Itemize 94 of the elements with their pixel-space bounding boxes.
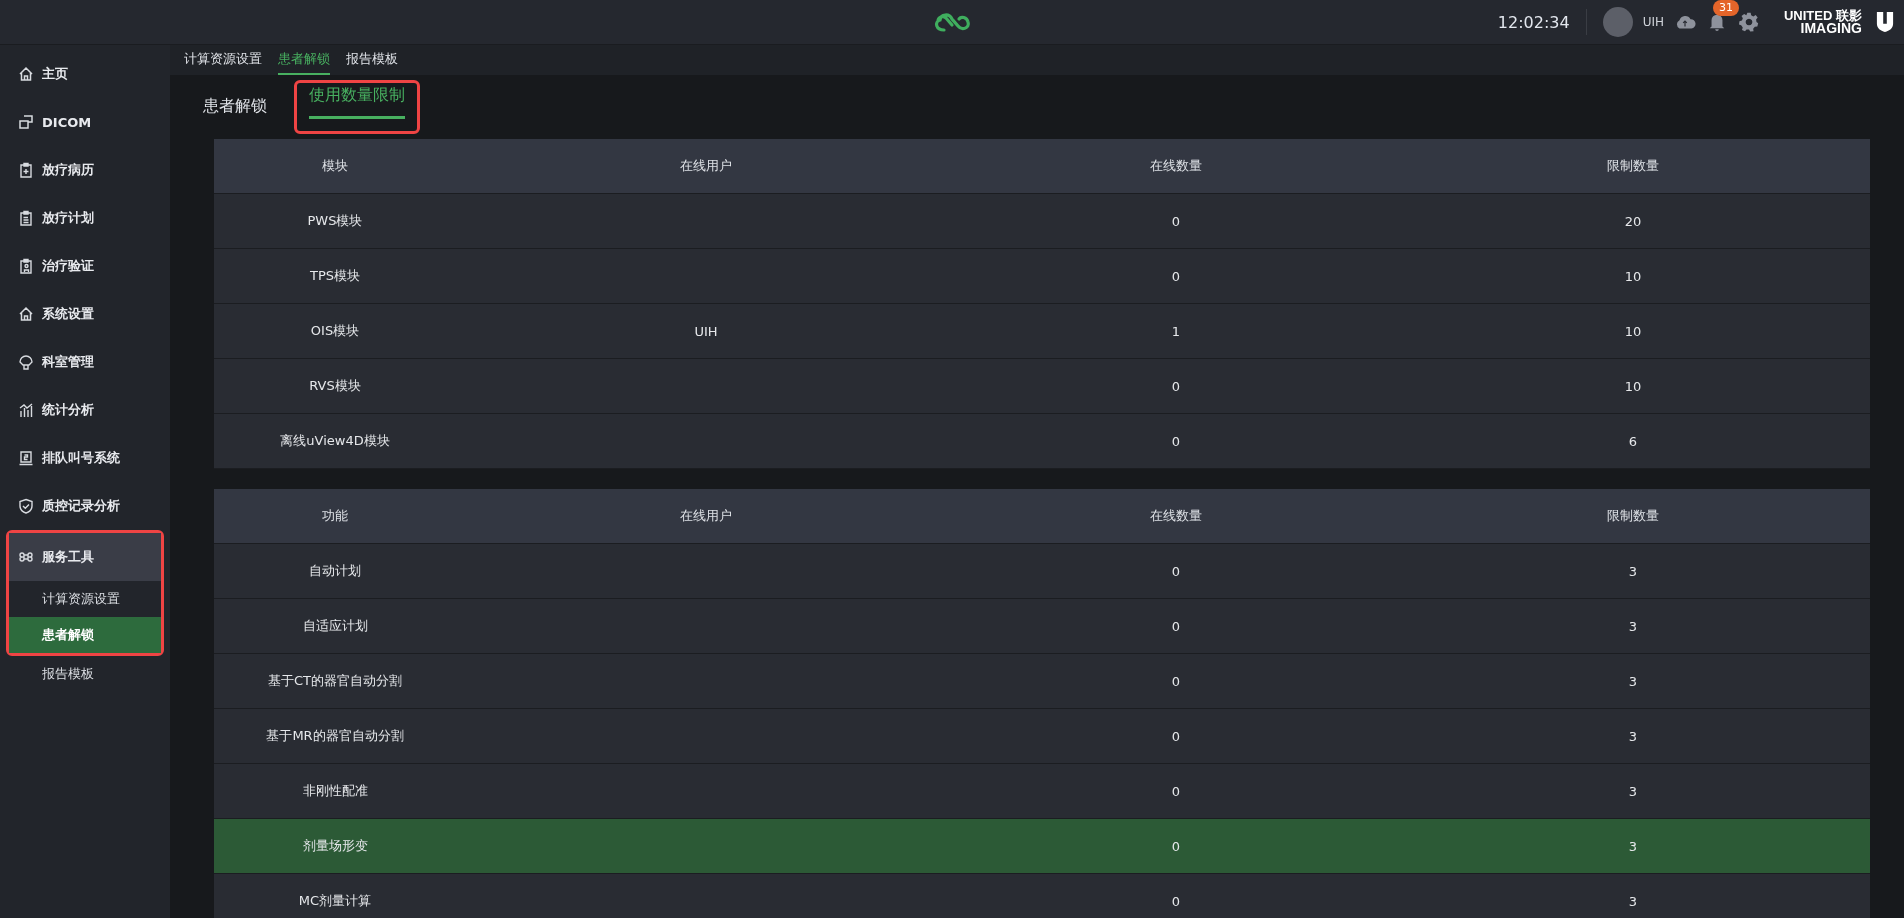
table-row[interactable]: 剂量场形变 0 3 — [214, 819, 1870, 874]
table-cell: 剂量场形变 — [302, 837, 368, 855]
tab[interactable]: 报告模板 — [346, 45, 398, 75]
table-cell: 自动计划 — [309, 562, 361, 580]
table-cell: 0 — [1171, 268, 1181, 284]
home-icon — [18, 66, 34, 82]
table-row[interactable]: MC剂量计算 0 3 — [214, 874, 1870, 918]
settings-icon[interactable] — [1738, 12, 1760, 32]
table-cell: 6 — [1628, 433, 1638, 449]
table-cell: 3 — [1628, 673, 1638, 689]
table-cell: 基于CT的器官自动分割 — [268, 672, 402, 690]
brand-name: UNITED — [1784, 8, 1833, 23]
column-header: 在线用户 — [679, 157, 733, 175]
bar-chart-icon — [18, 402, 34, 418]
table-row[interactable]: TPS模块 0 10 — [214, 249, 1870, 304]
column-header: 模块 — [321, 157, 349, 175]
brand-name-cn: 联影 — [1836, 8, 1862, 23]
table-row[interactable]: 自动计划 0 3 — [214, 544, 1870, 599]
table-cell: 非刚性配准 — [302, 782, 368, 800]
table-cell: 0 — [1171, 728, 1181, 744]
table-cell: 0 — [1171, 838, 1181, 854]
table-cell: 10 — [1624, 378, 1642, 394]
tab[interactable]: 计算资源设置 — [184, 45, 262, 75]
column-header: 在线数量 — [1149, 157, 1203, 175]
nav-item[interactable]: 治疗验证 — [0, 242, 170, 290]
table-cell: UIH — [694, 323, 718, 339]
table-cell: 3 — [1628, 783, 1638, 799]
column-header: 功能 — [321, 507, 349, 525]
table-cell: 3 — [1628, 563, 1638, 579]
table-cell: 0 — [1171, 893, 1181, 909]
clipboard-icon — [18, 210, 34, 226]
nav-item[interactable]: 科室管理 — [0, 338, 170, 386]
table-cell: 10 — [1624, 268, 1642, 284]
table-cell: 自适应计划 — [302, 617, 368, 635]
table-cell: RVS模块 — [309, 377, 361, 395]
table-cell: 3 — [1628, 893, 1638, 909]
nav-item[interactable]: 主页 — [0, 50, 170, 98]
column-header: 限制数量 — [1606, 157, 1660, 175]
table-row[interactable]: 基于CT的器官自动分割 0 3 — [214, 654, 1870, 709]
table-cell: 0 — [1171, 433, 1181, 449]
table-row[interactable]: PWS模块 0 20 — [214, 194, 1870, 249]
tab[interactable]: 患者解锁 — [278, 45, 330, 75]
nav-subitem[interactable]: 计算资源设置 — [9, 581, 161, 617]
nav-item[interactable]: 放疗病历 — [0, 146, 170, 194]
clipboard-plus-icon — [18, 162, 34, 178]
table-row[interactable]: 自适应计划 0 3 — [214, 599, 1870, 654]
table-cell: 基于MR的器官自动分割 — [266, 727, 404, 745]
table-row[interactable]: RVS模块 0 10 — [214, 359, 1870, 414]
shield-logo-icon — [1876, 11, 1894, 33]
tab[interactable]: 患者解锁 — [188, 87, 282, 127]
table-cell: 离线uView4D模块 — [280, 432, 390, 450]
tab[interactable]: 使用数量限制 — [294, 80, 420, 134]
column-header: 在线用户 — [679, 507, 733, 525]
clock-time: 12:02:34 — [1497, 12, 1570, 32]
table-row[interactable]: OIS模块 UIH 1 10 — [214, 304, 1870, 359]
table-cell: 0 — [1171, 783, 1181, 799]
table-cell: PWS模块 — [307, 212, 363, 230]
table-cell: 20 — [1624, 213, 1642, 229]
notification-badge: 31 — [1713, 0, 1739, 16]
column-header: 限制数量 — [1606, 507, 1660, 525]
nav-item[interactable]: 系统设置 — [0, 290, 170, 338]
table-cell: 10 — [1624, 323, 1642, 339]
table-cell: 3 — [1628, 838, 1638, 854]
table-row[interactable]: 离线uView4D模块 0 6 — [214, 414, 1870, 469]
table-cell: MC剂量计算 — [298, 892, 372, 910]
nav-subitem[interactable]: 患者解锁 — [9, 617, 161, 653]
table-cell: 0 — [1171, 213, 1181, 229]
windows-icon — [18, 114, 34, 130]
table-cell: 0 — [1171, 673, 1181, 689]
nav-subitem[interactable]: 报告模板 — [0, 656, 170, 692]
ticket-icon — [18, 450, 34, 466]
command-icon — [18, 549, 34, 565]
nav-item[interactable]: 统计分析 — [0, 386, 170, 434]
nav-item[interactable]: 放疗计划 — [0, 194, 170, 242]
nav-item[interactable]: 服务工具 — [9, 533, 161, 581]
table-cell: 0 — [1171, 618, 1181, 634]
user-name: UIH — [1642, 15, 1664, 29]
lamp-icon — [18, 354, 34, 370]
clipboard-person-icon — [18, 258, 34, 274]
table-cell: TPS模块 — [309, 267, 360, 285]
table-cell: 3 — [1628, 618, 1638, 634]
table-cell: OIS模块 — [310, 322, 360, 340]
shield-check-icon — [18, 498, 34, 514]
table-cell: 0 — [1171, 378, 1181, 394]
table-cell: 0 — [1171, 563, 1181, 579]
nav-item[interactable]: DICOM — [0, 98, 170, 146]
table-cell: 1 — [1171, 323, 1181, 339]
brand-name: IMAGING — [1800, 22, 1862, 35]
home-icon — [18, 306, 34, 322]
table-row[interactable]: 基于MR的器官自动分割 0 3 — [214, 709, 1870, 764]
column-header: 在线数量 — [1149, 507, 1203, 525]
table-cell: 3 — [1628, 728, 1638, 744]
nav-item[interactable]: 排队叫号系统 — [0, 434, 170, 482]
nav-item[interactable]: 质控记录分析 — [0, 482, 170, 530]
